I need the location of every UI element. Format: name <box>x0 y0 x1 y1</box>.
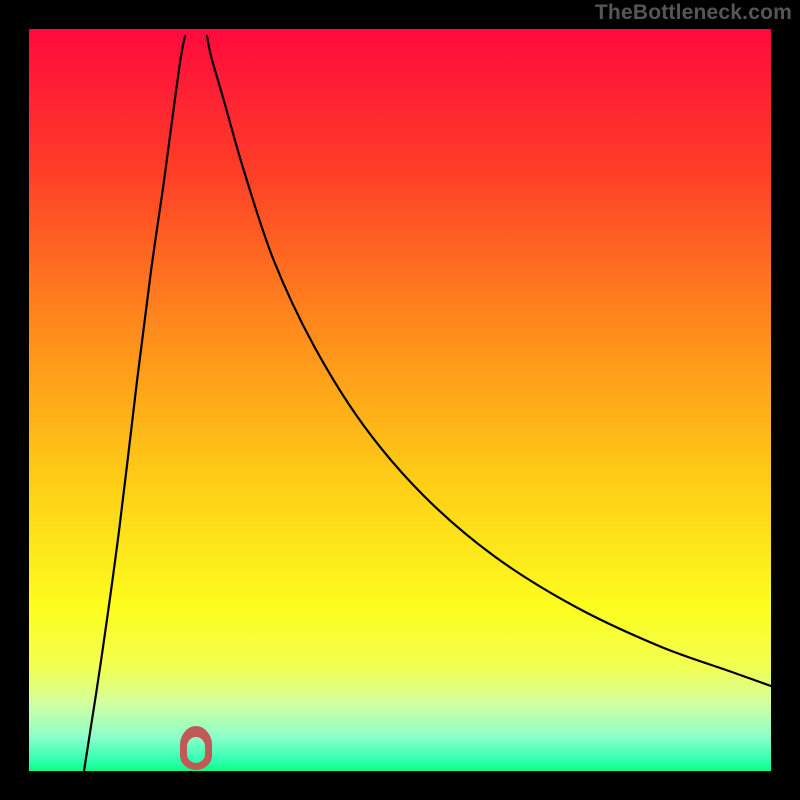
gradient-background <box>29 29 771 771</box>
chart-svg <box>29 29 771 771</box>
plot-area <box>29 29 771 771</box>
chart-frame: TheBottleneck.com <box>0 0 800 800</box>
watermark-text: TheBottleneck.com <box>595 1 792 25</box>
